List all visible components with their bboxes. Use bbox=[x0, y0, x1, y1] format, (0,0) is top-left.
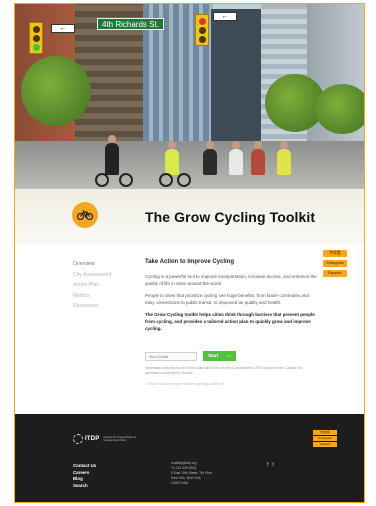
social-links: f t bbox=[267, 462, 274, 468]
itdp-logo-text: ITDP bbox=[85, 436, 100, 442]
start-button-label: Start bbox=[208, 353, 219, 358]
sidebar-item-metrics[interactable]: Metrics bbox=[73, 291, 111, 302]
contact-zip: 10003 USA bbox=[171, 480, 188, 485]
language-button-chinese[interactable]: 中文版 bbox=[323, 250, 347, 257]
sidebar-item-resources[interactable]: Resources bbox=[73, 301, 111, 312]
sidebar-nav: Overview City Assessment Action Plan Met… bbox=[73, 259, 111, 312]
traffic-light-icon bbox=[195, 14, 209, 46]
benefits-paragraph: People in cities that prioritize cycling… bbox=[145, 293, 309, 305]
section-heading: Take Action to Improve Cycling bbox=[145, 259, 235, 265]
tree bbox=[21, 56, 91, 126]
sidebar-item-action-plan[interactable]: Action Plan bbox=[73, 280, 111, 291]
language-button-spanish[interactable]: Español bbox=[323, 270, 347, 277]
footer-link-contact[interactable]: Contact Us bbox=[73, 463, 96, 470]
footer-links: Contact Us Careers Blog Search bbox=[73, 463, 96, 489]
footer-contact: mobility@itdp.org +1-212-629-8001 9 East… bbox=[171, 461, 212, 486]
itdp-logo-icon bbox=[73, 434, 83, 444]
bicycle-wheel bbox=[119, 173, 133, 187]
toolkit-paragraph: The Grow Cycling toolkit helps cities th… bbox=[145, 312, 315, 331]
footer-language-chinese[interactable]: 中文版 bbox=[313, 430, 337, 435]
twitter-icon[interactable]: t bbox=[272, 462, 273, 468]
cyclist bbox=[203, 141, 217, 175]
privacy-note: Information collected as part of this to… bbox=[145, 366, 303, 375]
page-title: The Grow Cycling Toolkit bbox=[145, 209, 316, 225]
hero-image: ← ← 4th Richards St. bbox=[15, 4, 364, 189]
footer-link-search[interactable]: Search bbox=[73, 483, 96, 490]
learn-more-link[interactable]: > Want to know more before getting start… bbox=[145, 381, 224, 386]
start-button[interactable]: Start → bbox=[203, 351, 236, 361]
one-way-sign-icon: ← bbox=[213, 12, 237, 21]
bicycle-wheel bbox=[95, 173, 109, 187]
arrow-right-icon: → bbox=[226, 353, 232, 359]
title-band: The Grow Cycling Toolkit bbox=[15, 189, 364, 245]
tree bbox=[315, 84, 364, 134]
itdp-logo[interactable]: ITDP Institute for Transportation & Deve… bbox=[73, 434, 143, 444]
cyclist bbox=[277, 141, 291, 175]
facebook-icon[interactable]: f bbox=[267, 462, 268, 468]
footer: ITDP Institute for Transportation & Deve… bbox=[15, 414, 364, 502]
cyclist bbox=[105, 135, 119, 175]
footer-language-spanish[interactable]: Español bbox=[313, 442, 337, 447]
one-way-sign-icon: ← bbox=[51, 24, 75, 33]
intro-paragraph: Cycling is a powerful tool to improve tr… bbox=[145, 274, 317, 286]
building bbox=[211, 9, 261, 149]
sidebar-item-overview[interactable]: Overview bbox=[73, 259, 111, 270]
bicycle-icon bbox=[72, 202, 98, 228]
footer-language-portuguese[interactable]: Português bbox=[313, 436, 337, 441]
bicycle-wheel bbox=[177, 173, 191, 187]
bicycle-wheel bbox=[159, 173, 173, 187]
itdp-logo-subtitle: Institute for Transportation & Developme… bbox=[103, 435, 137, 442]
main-content: Take Action to Improve Cycling Cycling i… bbox=[145, 259, 317, 332]
contact-address: 9 East 19th Street, 7th Floor bbox=[171, 470, 213, 475]
language-button-portuguese[interactable]: Português bbox=[323, 260, 347, 267]
traffic-light-icon bbox=[29, 22, 43, 54]
street-sign: 4th Richards St. bbox=[97, 18, 164, 30]
cyclist bbox=[165, 141, 179, 175]
email-input[interactable] bbox=[145, 352, 197, 361]
page-frame: ← ← 4th Richards St. The Grow Cycling To… bbox=[14, 3, 365, 503]
cyclist bbox=[251, 141, 265, 175]
cyclist bbox=[229, 141, 243, 175]
sidebar-item-city-assessment[interactable]: City Assessment bbox=[73, 270, 111, 281]
